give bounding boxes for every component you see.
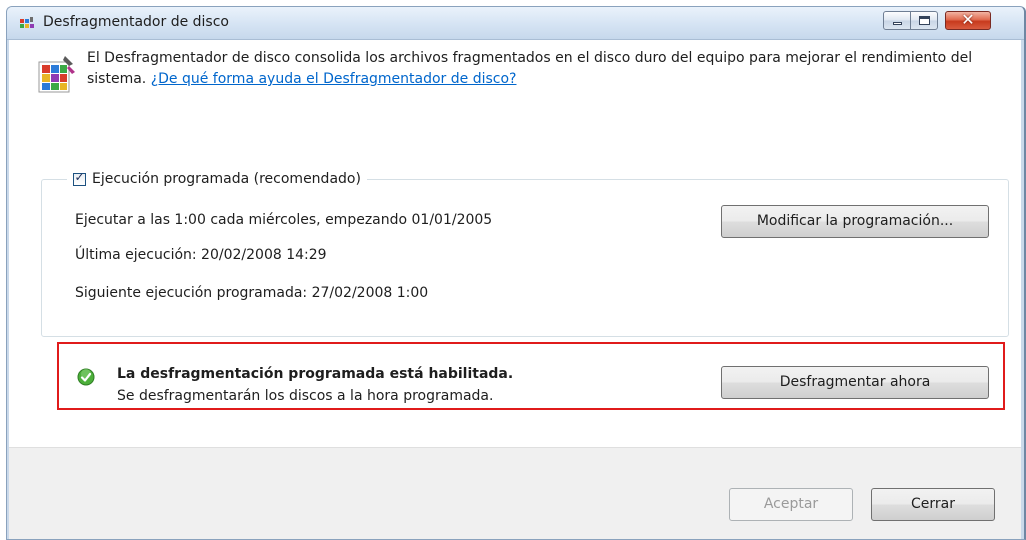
defragmenter-app-icon bbox=[20, 17, 34, 28]
maximize-button[interactable] bbox=[910, 11, 938, 30]
accept-button[interactable]: Aceptar bbox=[729, 488, 853, 521]
close-button[interactable]: Cerrar bbox=[871, 488, 995, 521]
minimize-icon bbox=[893, 22, 902, 25]
close-icon: ✕ bbox=[961, 10, 975, 29]
intro-description: El Desfragmentador de disco consolida lo… bbox=[87, 48, 1007, 90]
title-bar[interactable]: Desfragmentador de disco ✕ bbox=[7, 7, 1024, 40]
defragmenter-large-icon bbox=[38, 56, 75, 93]
checkmark-icon: ✓ bbox=[74, 169, 85, 184]
green-check-icon bbox=[77, 368, 95, 386]
scheduled-run-checkbox[interactable]: ✓ bbox=[73, 169, 86, 186]
close-window-button[interactable]: ✕ bbox=[945, 10, 991, 30]
defragment-now-button[interactable]: Desfragmentar ahora bbox=[721, 366, 989, 399]
help-link[interactable]: ¿De qué forma ayuda el Desfragmentador d… bbox=[151, 71, 517, 87]
last-run-text: Última ejecución: 20/02/2008 14:29 bbox=[75, 247, 327, 263]
window-title: Desfragmentador de disco bbox=[43, 14, 229, 30]
status-subtitle: Se desfragmentarán los discos a la hora … bbox=[117, 388, 494, 404]
next-run-text: Siguiente ejecución programada: 27/02/20… bbox=[75, 285, 429, 301]
schedule-checkbox-container[interactable]: ✓ Ejecución programada (recomendado) bbox=[67, 168, 367, 190]
modify-schedule-button[interactable]: Modificar la programación... bbox=[721, 205, 989, 238]
scheduled-run-label[interactable]: Ejecución programada (recomendado) bbox=[92, 171, 361, 187]
minimize-button[interactable] bbox=[883, 11, 911, 30]
dialog-content: El Desfragmentador de disco consolida lo… bbox=[9, 40, 1021, 447]
defragmenter-window: Desfragmentador de disco ✕ El Desfragmen… bbox=[6, 6, 1026, 540]
status-title: La desfragmentación programada está habi… bbox=[117, 366, 514, 382]
maximize-icon bbox=[919, 16, 930, 25]
dialog-footer: Aceptar Cerrar bbox=[9, 448, 1021, 539]
schedule-run-at: Ejecutar a las 1:00 cada miércoles, empe… bbox=[75, 212, 493, 228]
